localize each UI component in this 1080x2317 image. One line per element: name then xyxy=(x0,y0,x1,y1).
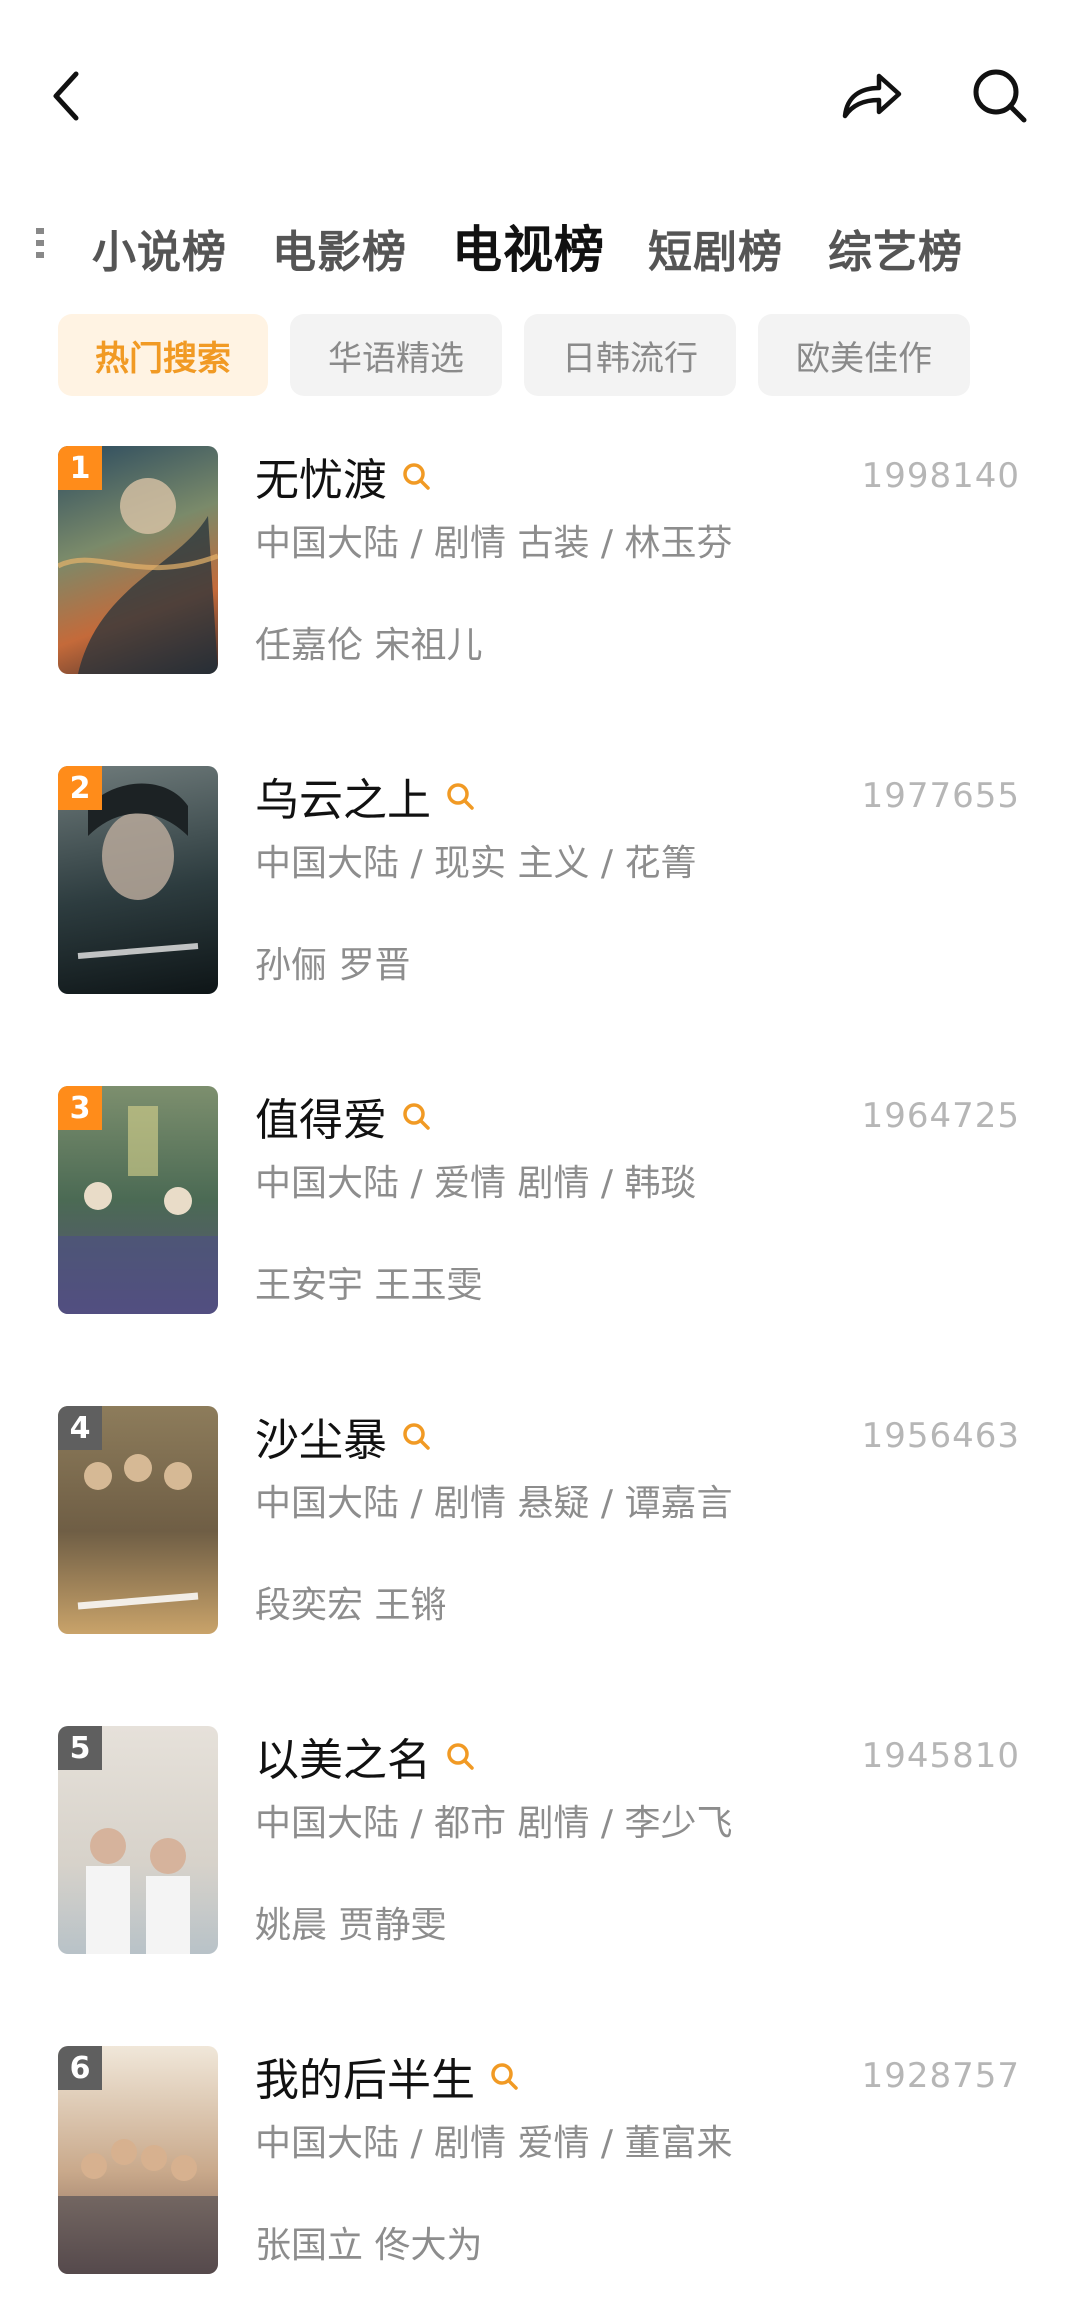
item-meta: 中国大陆 / 都市 剧情 / 李少飞 xyxy=(255,1803,733,1844)
item-title: 以美之名 xyxy=(255,1735,431,1786)
rank-badge: 2 xyxy=(58,766,102,810)
rank-badge: 1 xyxy=(58,446,102,490)
search-hot-icon xyxy=(447,783,474,810)
share-button[interactable] xyxy=(832,56,912,136)
top-bar xyxy=(0,0,1080,190)
item-meta: 中国大陆 / 剧情 古装 / 林玉芬 xyxy=(255,523,733,564)
search-count: 1998140 xyxy=(861,456,1020,496)
item-meta: 中国大陆 / 现实 主义 / 花箐 xyxy=(255,843,697,884)
item-cast: 张国立 佟大为 xyxy=(255,2225,483,2266)
tab-short-drama[interactable]: 短剧榜 xyxy=(648,216,783,280)
search-hot-icon xyxy=(403,1423,430,1450)
search-hot-icon xyxy=(403,463,430,490)
poster-image: 5 xyxy=(58,1726,218,1954)
rank-badge: 6 xyxy=(58,2046,102,2090)
title-row: 以美之名 xyxy=(255,1726,475,1786)
item-cast: 孙俪 罗晋 xyxy=(255,945,411,986)
list-item[interactable]: 4 沙尘暴 1956463 中国大陆 / 剧情 悬疑 / 谭嘉言 段奕宏 王锵 xyxy=(0,1406,1080,1646)
search-count: 1964725 xyxy=(861,1096,1020,1136)
tab-movie[interactable]: 电影榜 xyxy=(272,216,407,280)
item-title: 乌云之上 xyxy=(255,775,431,826)
rank-badge: 4 xyxy=(58,1406,102,1450)
title-row: 沙尘暴 xyxy=(255,1406,431,1466)
tab-tv[interactable]: 电视榜 xyxy=(452,210,605,282)
search-icon xyxy=(973,69,1027,123)
poster-image: 1 xyxy=(58,446,218,674)
poster-image: 6 xyxy=(58,2046,218,2274)
title-row: 无忧渡 xyxy=(255,446,431,506)
chip-jpkr-popular[interactable]: 日韩流行 xyxy=(524,314,736,396)
item-cast: 段奕宏 王锵 xyxy=(255,1585,447,1626)
tab-variety[interactable]: 综艺榜 xyxy=(828,216,963,280)
search-hot-icon xyxy=(403,1103,430,1130)
chevron-left-icon xyxy=(53,71,79,121)
chip-chinese-picks[interactable]: 华语精选 xyxy=(290,314,502,396)
category-tabs: 小说榜 电影榜 电视榜 短剧榜 综艺榜 xyxy=(0,200,1080,290)
item-title: 无忧渡 xyxy=(255,455,387,506)
search-button[interactable] xyxy=(960,56,1040,136)
poster-image: 2 xyxy=(58,766,218,994)
share-icon xyxy=(842,73,902,119)
chip-hot-search[interactable]: 热门搜索 xyxy=(58,314,268,396)
back-button[interactable] xyxy=(26,56,106,136)
item-meta: 中国大陆 / 剧情 爱情 / 董富来 xyxy=(255,2123,733,2164)
item-meta: 中国大陆 / 爱情 剧情 / 韩琰 xyxy=(255,1163,697,1204)
rank-badge: 3 xyxy=(58,1086,102,1130)
title-row: 乌云之上 xyxy=(255,766,475,826)
item-title: 我的后半生 xyxy=(255,2055,475,2106)
item-cast: 王安宇 王玉雯 xyxy=(255,1265,483,1306)
filter-chips: 热门搜索 华语精选 日韩流行 欧美佳作 xyxy=(0,314,1080,398)
item-title: 沙尘暴 xyxy=(255,1415,387,1466)
item-cast: 姚晨 贾静雯 xyxy=(255,1905,447,1946)
search-count: 1945810 xyxy=(861,1736,1020,1776)
list-item[interactable]: 5 以美之名 1945810 中国大陆 / 都市 剧情 / 李少飞 姚晨 贾静雯 xyxy=(0,1726,1080,1966)
title-row: 值得爱 xyxy=(255,1086,431,1146)
chip-western-picks[interactable]: 欧美佳作 xyxy=(758,314,970,396)
tab-novel[interactable]: 小说榜 xyxy=(92,216,227,280)
item-meta: 中国大陆 / 剧情 悬疑 / 谭嘉言 xyxy=(255,1483,733,1524)
search-count: 1977655 xyxy=(861,776,1020,816)
poster-image: 4 xyxy=(58,1406,218,1634)
item-cast: 任嘉伦 宋祖儿 xyxy=(255,625,483,666)
title-row: 我的后半生 xyxy=(255,2046,519,2106)
list-item[interactable]: 2 乌云之上 1977655 中国大陆 / 现实 主义 / 花箐 孙俪 罗晋 xyxy=(0,766,1080,1006)
tab-overflow-left xyxy=(36,228,44,262)
item-title: 值得爱 xyxy=(255,1095,387,1146)
search-hot-icon xyxy=(447,1743,474,1770)
list-item[interactable]: 1 无忧渡 1998140 中国大陆 / 剧情 古装 / 林玉芬 任嘉伦 宋祖儿 xyxy=(0,446,1080,686)
search-count: 1928757 xyxy=(861,2056,1020,2096)
search-hot-icon xyxy=(491,2063,518,2090)
list-item[interactable]: 3 值得爱 1964725 中国大陆 / 爱情 剧情 / 韩琰 王安宇 王玉雯 xyxy=(0,1086,1080,1326)
poster-image: 3 xyxy=(58,1086,218,1314)
search-count: 1956463 xyxy=(861,1416,1020,1456)
rank-badge: 5 xyxy=(58,1726,102,1770)
list-item[interactable]: 6 我的后半生 1928757 中国大陆 / 剧情 爱情 / 董富来 张国立 佟… xyxy=(0,2046,1080,2286)
